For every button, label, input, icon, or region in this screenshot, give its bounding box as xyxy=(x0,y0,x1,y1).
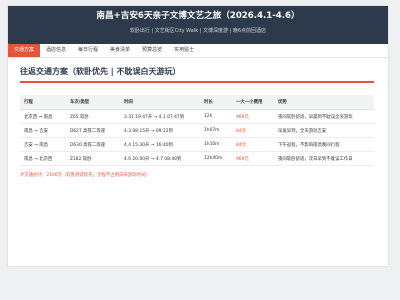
time-cell: 4.6 20:00开 → 4.7 08:40到 xyxy=(120,151,200,166)
route-cell: 北京西 → 南昌 xyxy=(20,109,66,124)
price-cell: 84元 xyxy=(232,123,274,138)
tab-budget[interactable]: 预算总览 xyxy=(136,44,168,57)
time-cell: 4.4 15:30开 → 16:40到 xyxy=(120,137,200,152)
page-header: 南昌+吉安6天亲子文博文艺之旅（2026.4.1-4.6） 软卧出行 | 文艺街… xyxy=(8,6,388,44)
route-cell: 吉安 → 南昌 xyxy=(20,137,66,152)
column-header: 时长 xyxy=(200,95,232,110)
duration-cell: 12h40m xyxy=(200,151,232,166)
tab-tips[interactable]: 实用贴士 xyxy=(168,44,200,57)
train-cell: Z65 软卧 xyxy=(66,109,120,124)
tab-food-list[interactable]: 美食清单 xyxy=(104,44,136,57)
column-header: 优势 xyxy=(274,95,374,110)
column-header: 行程 xyxy=(20,95,66,110)
route-cell: 南昌 → 北京西 xyxy=(20,151,66,166)
duration-cell: 12h xyxy=(200,109,232,124)
transport-section: 往返交通方案（软卧优先 | 不耽误白天游玩） 行程 车次/类型 时间 时长 一大… xyxy=(20,66,374,178)
train-cell: D630 高铁二等座 xyxy=(66,137,120,152)
page: 南昌+吉安6天亲子文博文艺之旅（2026.4.1-4.6） 软卧出行 | 文艺街… xyxy=(0,0,400,300)
transport-table: 行程 车次/类型 时间 时长 一大一小费用 优势 北京西 → 南昌 Z65 软卧… xyxy=(20,95,374,166)
advantage-cell: 夜间软卧舒适，次日早到不耽误工作日 xyxy=(274,151,374,166)
page-title: 南昌+吉安6天亲子文博文艺之旅（2026.4.1-4.6） xyxy=(96,11,300,21)
tab-transport[interactable]: 交通方案 xyxy=(8,44,41,57)
table-row: 吉安 → 南昌 D630 高铁二等座 4.4 15:30开 → 16:40到 1… xyxy=(20,137,374,152)
tab-hotel[interactable]: 酒店信息 xyxy=(40,44,72,57)
table-header-row: 行程 车次/类型 时间 时长 一大一小费用 优势 xyxy=(20,95,374,110)
advantage-cell: 夜间软卧舒适，早晨到不耽误全天游玩 xyxy=(274,109,374,124)
transport-total: 大交通总计：2106元（软卧舒适优先，全程不占用白天游玩时间） xyxy=(20,173,150,178)
time-cell: 4.3 08:15开 → 09:22到 xyxy=(120,123,200,138)
table-row: 南昌 → 北京西 Z182 软卧 4.6 20:00开 → 4.7 08:40到… xyxy=(20,151,374,166)
price-cell: 969元 xyxy=(232,109,274,124)
column-header: 时间 xyxy=(120,95,200,110)
price-cell: 969元 xyxy=(232,151,274,166)
column-header: 一大一小费用 xyxy=(232,95,274,110)
price-cell: 84元 xyxy=(232,137,274,152)
table-row: 南昌 → 吉安 D627 高铁二等座 4.3 08:15开 → 09:22到 1… xyxy=(20,123,374,138)
advantage-cell: 下午返程，不影响南昌晚间行程 xyxy=(274,137,374,152)
tab-daily-itinerary[interactable]: 每日行程 xyxy=(72,44,104,57)
main-card: 南昌+吉安6天亲子文博文艺之旅（2026.4.1-4.6） 软卧出行 | 文艺街… xyxy=(8,6,388,266)
duration-cell: 1h10m xyxy=(200,137,232,152)
advantage-cell: 早发早到，全天游玩吉安 xyxy=(274,123,374,138)
train-cell: Z182 软卧 xyxy=(66,151,120,166)
column-header: 车次/类型 xyxy=(66,95,120,110)
train-cell: D627 高铁二等座 xyxy=(66,123,120,138)
section-title: 往返交通方案（软卧优先 | 不耽误白天游玩） xyxy=(20,66,374,83)
page-subtitle: 软卧出行 | 文艺街区City Walk | 文博深度游 | 晚6点前回酒店 xyxy=(129,28,267,34)
table-row: 北京西 → 南昌 Z65 软卧 3.31 19:47开 → 4.1 07:47到… xyxy=(20,109,374,124)
route-cell: 南昌 → 吉安 xyxy=(20,123,66,138)
time-cell: 3.31 19:47开 → 4.1 07:47到 xyxy=(120,109,200,124)
tab-bar: 交通方案 酒店信息 每日行程 美食清单 预算总览 实用贴士 xyxy=(8,44,388,58)
duration-cell: 1h07m xyxy=(200,123,232,138)
